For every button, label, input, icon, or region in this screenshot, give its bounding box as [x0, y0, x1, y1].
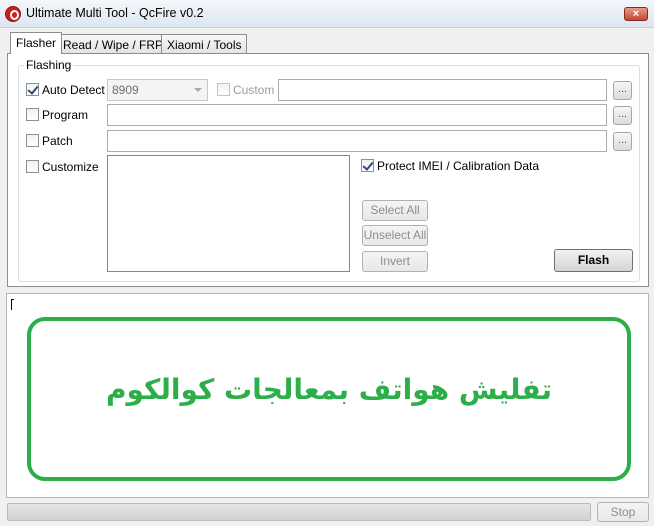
partition-list[interactable] — [107, 155, 350, 272]
chip-select-value: 8909 — [112, 83, 139, 97]
select-all-button[interactable]: Select All — [362, 200, 428, 221]
patch-label: Patch — [42, 134, 73, 148]
info-banner: تفليش هواتف بمعالجات كوالكوم — [27, 317, 631, 481]
flasher-panel: Flashing Auto Detect 8909 Custom ... Pro… — [7, 53, 649, 287]
patch-checkbox[interactable] — [26, 134, 39, 147]
stop-button[interactable]: Stop — [597, 502, 649, 522]
tab-flasher[interactable]: Flasher — [10, 32, 63, 54]
program-label: Program — [42, 108, 89, 122]
auto-detect-label: Auto Detect — [42, 83, 105, 97]
custom-path-input[interactable] — [278, 79, 607, 101]
program-browse-button[interactable]: ... — [613, 106, 632, 125]
banner-text: تفليش هواتف بمعالجات كوالكوم — [105, 373, 553, 406]
window-title: Ultimate Multi Tool - QcFire v0.2 — [26, 6, 204, 20]
tab-xiaomi-tools[interactable]: Xiaomi / Tools — [161, 34, 248, 53]
log-output[interactable]: تفليش هواتف بمعالجات كوالكوم — [6, 293, 649, 498]
customize-label: Customize — [42, 160, 99, 174]
chevron-down-icon — [194, 88, 202, 92]
customize-checkbox[interactable] — [26, 160, 39, 173]
custom-checkbox[interactable] — [217, 83, 230, 96]
patch-browse-button[interactable]: ... — [613, 132, 632, 151]
progress-bar — [7, 503, 591, 521]
qualcomm-app-icon — [5, 6, 21, 22]
invert-button[interactable]: Invert — [362, 251, 428, 272]
protect-imei-checkbox[interactable] — [361, 159, 374, 172]
program-checkbox[interactable] — [26, 108, 39, 121]
tab-read-wipe-frp[interactable]: Read / Wipe / FRP — [57, 34, 170, 53]
flash-button[interactable]: Flash — [554, 249, 633, 272]
close-button[interactable]: × — [624, 7, 648, 21]
auto-detect-checkbox[interactable] — [26, 83, 39, 96]
program-path-input[interactable] — [107, 104, 607, 126]
title-bar: Ultimate Multi Tool - QcFire v0.2 × — [0, 0, 654, 28]
chip-select[interactable]: 8909 — [107, 79, 208, 101]
unselect-all-button[interactable]: Unselect All — [362, 225, 428, 246]
protect-imei-label: Protect IMEI / Calibration Data — [377, 159, 540, 173]
text-cursor — [11, 299, 14, 310]
patch-path-input[interactable] — [107, 130, 607, 152]
flashing-group-label: Flashing — [24, 58, 74, 72]
custom-label: Custom — [233, 83, 275, 97]
custom-browse-button[interactable]: ... — [613, 81, 632, 100]
